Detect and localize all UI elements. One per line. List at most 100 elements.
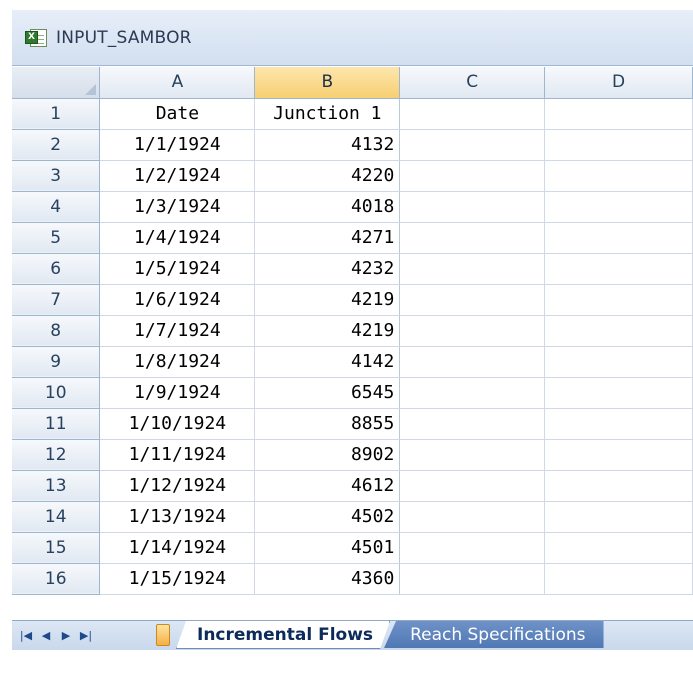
prev-sheet-icon[interactable]: ◀ (38, 627, 54, 645)
tab-incremental-flows[interactable]: Incremental Flows (176, 621, 390, 649)
empty-cell-c[interactable] (399, 284, 546, 316)
date-cell[interactable]: 1/5/1924 (99, 253, 256, 285)
empty-cell-d[interactable] (544, 222, 693, 254)
empty-cell-c[interactable] (399, 532, 546, 564)
row-header[interactable]: 9 (12, 346, 101, 378)
tab-reach-specifications[interactable]: Reach Specifications (384, 621, 604, 648)
row-header[interactable]: 10 (12, 377, 101, 409)
row-header[interactable]: 12 (12, 439, 101, 471)
junction-1-cell[interactable]: 4612 (254, 470, 401, 502)
date-cell[interactable]: 1/9/1924 (99, 377, 256, 409)
date-cell[interactable]: 1/2/1924 (99, 160, 256, 192)
first-sheet-icon[interactable]: |◀ (18, 627, 34, 645)
junction-1-cell[interactable]: 4219 (254, 284, 401, 316)
empty-cell-d[interactable] (544, 501, 693, 533)
empty-cell-d[interactable] (544, 160, 693, 192)
empty-cell-d[interactable] (544, 377, 693, 409)
row-header[interactable]: 5 (12, 222, 101, 254)
empty-cell-c[interactable] (399, 563, 546, 595)
junction-1-cell[interactable]: 4142 (254, 346, 401, 378)
empty-cell-c[interactable] (399, 439, 546, 471)
empty-cell-d[interactable] (544, 253, 693, 285)
empty-cell-c[interactable] (399, 408, 546, 440)
column-header-d[interactable]: D (544, 67, 693, 99)
cell-d1[interactable] (544, 98, 693, 130)
row-header[interactable]: 11 (12, 408, 101, 440)
junction-1-cell[interactable]: 4232 (254, 253, 401, 285)
empty-cell-d[interactable] (544, 129, 693, 161)
empty-cell-d[interactable] (544, 346, 693, 378)
last-sheet-icon[interactable]: ▶| (78, 627, 94, 645)
empty-cell-c[interactable] (399, 222, 546, 254)
row-header[interactable]: 2 (12, 129, 101, 161)
empty-cell-c[interactable] (399, 129, 546, 161)
empty-cell-d[interactable] (544, 563, 693, 595)
date-cell[interactable]: 1/10/1924 (99, 408, 256, 440)
row-header[interactable]: 6 (12, 253, 101, 285)
junction-1-cell[interactable]: 4501 (254, 532, 401, 564)
date-cell[interactable]: 1/7/1924 (99, 315, 256, 347)
empty-cell-d[interactable] (544, 191, 693, 223)
date-cell[interactable]: 1/14/1924 (99, 532, 256, 564)
empty-cell-d[interactable] (544, 439, 693, 471)
empty-cell-c[interactable] (399, 346, 546, 378)
date-cell[interactable]: 1/15/1924 (99, 563, 256, 595)
row-header[interactable]: 14 (12, 501, 101, 533)
date-cell[interactable]: 1/3/1924 (99, 191, 256, 223)
junction-1-cell[interactable]: 8902 (254, 439, 401, 471)
empty-cell-c[interactable] (399, 253, 546, 285)
empty-cell-c[interactable] (399, 160, 546, 192)
row-header[interactable]: 1 (12, 98, 101, 130)
row-header[interactable]: 8 (12, 315, 101, 347)
empty-cell-d[interactable] (544, 408, 693, 440)
junction-1-cell[interactable]: 8855 (254, 408, 401, 440)
date-cell[interactable]: 1/4/1924 (99, 222, 256, 254)
empty-cell-c[interactable] (399, 315, 546, 347)
column-header-a[interactable]: A (99, 67, 256, 99)
table-row: 6 1/5/1924 4232 (12, 253, 693, 285)
empty-cell-d[interactable] (544, 315, 693, 347)
junction-1-cell[interactable]: 6545 (254, 377, 401, 409)
table-row: 8 1/7/1924 4219 (12, 315, 693, 347)
date-cell[interactable]: 1/11/1924 (99, 439, 256, 471)
junction-1-cell[interactable]: 4132 (254, 129, 401, 161)
empty-cell-d[interactable] (544, 532, 693, 564)
empty-cell-c[interactable] (399, 191, 546, 223)
table-row: 5 1/4/1924 4271 (12, 222, 693, 254)
date-cell[interactable]: 1/6/1924 (99, 284, 256, 316)
junction-1-cell[interactable]: 4220 (254, 160, 401, 192)
table-row: 13 1/12/1924 4612 (12, 470, 693, 502)
junction-1-cell[interactable]: 4271 (254, 222, 401, 254)
empty-cell-c[interactable] (399, 377, 546, 409)
insert-sheet-icon[interactable] (156, 624, 170, 646)
cell-a1[interactable]: Date (99, 98, 256, 130)
date-cell[interactable]: 1/12/1924 (99, 470, 256, 502)
date-cell[interactable]: 1/8/1924 (99, 346, 256, 378)
sheet-tab-bar: |◀ ◀ ▶ ▶| Incremental Flows Reach Specif… (12, 620, 693, 650)
row-header[interactable]: 7 (12, 284, 101, 316)
excel-workbook-icon[interactable]: X (25, 28, 47, 48)
cell-c1[interactable] (399, 98, 546, 130)
row-header[interactable]: 4 (12, 191, 101, 223)
row-header[interactable]: 13 (12, 470, 101, 502)
junction-1-cell[interactable]: 4502 (254, 501, 401, 533)
workbook-window: X INPUT_SAMBOR A B C D 1 Date Junction 1 (12, 10, 693, 677)
row-header[interactable]: 3 (12, 160, 101, 192)
junction-1-cell[interactable]: 4018 (254, 191, 401, 223)
empty-cell-c[interactable] (399, 470, 546, 502)
column-header-c[interactable]: C (399, 67, 546, 99)
junction-1-cell[interactable]: 4360 (254, 563, 401, 595)
column-header-row: A B C D (12, 67, 693, 99)
cell-b1[interactable]: Junction 1 (254, 98, 401, 130)
date-cell[interactable]: 1/13/1924 (99, 501, 256, 533)
empty-cell-c[interactable] (399, 501, 546, 533)
column-header-b[interactable]: B (254, 67, 401, 99)
next-sheet-icon[interactable]: ▶ (58, 627, 74, 645)
empty-cell-d[interactable] (544, 284, 693, 316)
junction-1-cell[interactable]: 4219 (254, 315, 401, 347)
date-cell[interactable]: 1/1/1924 (99, 129, 256, 161)
empty-cell-d[interactable] (544, 470, 693, 502)
row-header[interactable]: 16 (12, 563, 101, 595)
select-all-corner[interactable] (12, 67, 101, 99)
row-header[interactable]: 15 (12, 532, 101, 564)
